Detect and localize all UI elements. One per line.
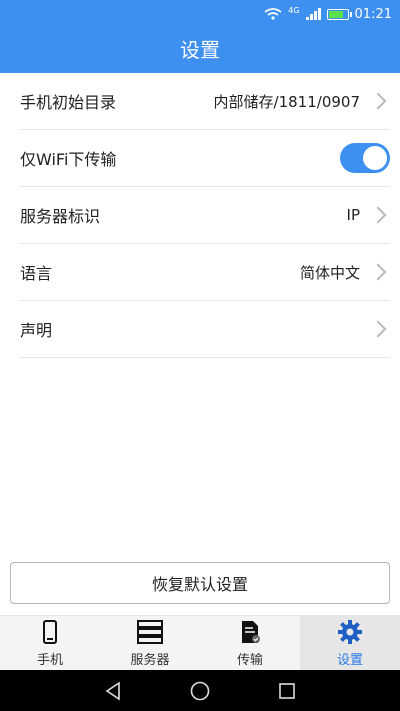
setting-wifi-only: 仅WiFi下传输: [20, 130, 390, 187]
bottom-tab-bar: 手机 服务器 传输 设置: [0, 615, 400, 670]
tab-transfer[interactable]: 传输: [200, 616, 300, 670]
chevron-right-icon: [372, 89, 386, 113]
restore-defaults-button[interactable]: 恢复默认设置: [10, 562, 390, 604]
tab-label: 传输: [236, 652, 263, 668]
setting-label: 语言: [20, 264, 53, 283]
recents-icon[interactable]: [276, 680, 298, 702]
setting-server-id[interactable]: 服务器标识 IP: [20, 187, 390, 244]
tab-server[interactable]: 服务器: [100, 616, 200, 670]
app-header: 4G 01:21 设置: [0, 0, 400, 73]
toggle-knob: [363, 146, 387, 170]
tab-label: 服务器: [130, 652, 170, 668]
page-title: 设置: [180, 38, 220, 62]
home-icon[interactable]: [189, 680, 211, 702]
setting-label: 声明: [20, 321, 53, 340]
setting-value: 内部储存/1811/0907: [213, 92, 360, 111]
setting-initial-dir[interactable]: 手机初始目录 内部储存/1811/0907: [20, 73, 390, 130]
back-icon[interactable]: [102, 680, 124, 702]
battery-icon: [326, 8, 352, 20]
setting-value: IP: [346, 206, 360, 224]
document-icon: [242, 620, 260, 643]
chevron-right-icon: [372, 317, 386, 341]
wifi-only-toggle[interactable]: [340, 143, 390, 173]
setting-value: 简体中文: [299, 263, 360, 282]
signal-icon: [305, 8, 321, 20]
tab-label: 设置: [336, 652, 363, 668]
chevron-right-icon: [372, 203, 386, 227]
chevron-right-icon: [372, 260, 386, 284]
setting-statement[interactable]: 声明: [20, 301, 390, 358]
setting-label: 仅WiFi下传输: [20, 150, 117, 169]
tab-label: 手机: [36, 652, 63, 668]
clock: 01:21: [354, 6, 392, 22]
tab-settings[interactable]: 设置: [300, 616, 400, 670]
phone-icon: [43, 619, 57, 644]
gear-icon: [338, 619, 362, 644]
setting-label: 手机初始目录: [20, 93, 117, 112]
system-nav-bar: [0, 670, 400, 711]
tab-phone[interactable]: 手机: [0, 616, 100, 670]
settings-list: 手机初始目录 内部储存/1811/0907 仅WiFi下传输 服务器标识 IP …: [20, 73, 390, 358]
status-bar: 4G 01:21: [0, 0, 400, 28]
setting-language[interactable]: 语言 简体中文: [20, 244, 390, 301]
setting-label: 服务器标识: [20, 207, 101, 226]
wifi-icon: [264, 8, 282, 20]
network-type: 4G: [288, 5, 300, 15]
server-icon: [137, 619, 163, 644]
